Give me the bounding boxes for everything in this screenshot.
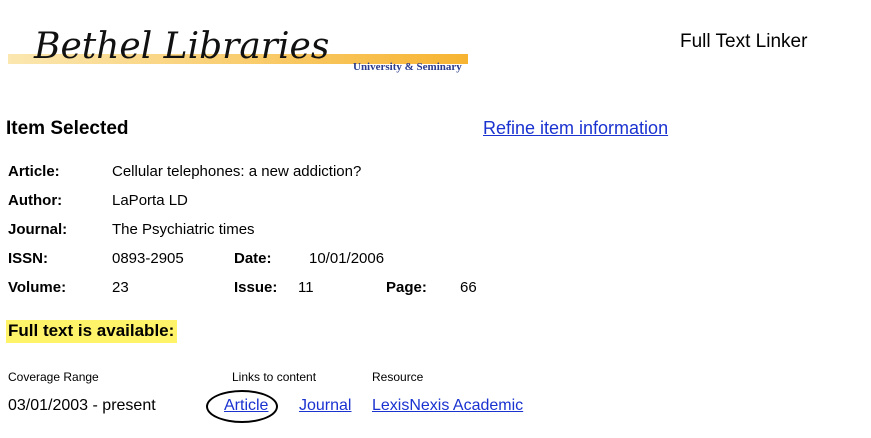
date-label: Date: <box>234 250 272 267</box>
volume-value: 23 <box>112 279 129 296</box>
resource-header: Resource <box>372 370 424 384</box>
coverage-range-value: 03/01/2003 - present <box>8 397 156 414</box>
item-selected-heading: Item Selected <box>6 118 129 139</box>
journal-label: Journal: <box>8 221 68 238</box>
logo-subtext: University & Seminary <box>353 61 462 73</box>
issue-value: 11 <box>298 279 314 296</box>
full-text-available-banner: Full text is available: <box>6 320 178 343</box>
library-logo: Bethel Libraries University & Seminary <box>8 12 478 82</box>
page-title: Full Text Linker <box>680 31 808 52</box>
author-label: Author: <box>8 192 63 209</box>
logo-script-text: Bethel Libraries <box>33 26 329 67</box>
issn-value: 0893-2905 <box>112 250 184 267</box>
article-link[interactable]: Article <box>224 397 268 415</box>
date-value: 10/01/2006 <box>309 250 385 267</box>
library-logo-graphic: Bethel Libraries University & Seminary <box>8 26 468 73</box>
journal-value: The Psychiatric times <box>112 221 255 238</box>
volume-label: Volume: <box>8 279 67 296</box>
issn-label: ISSN: <box>8 250 49 267</box>
coverage-range-header: Coverage Range <box>8 370 99 384</box>
page-value: 66 <box>460 279 477 296</box>
refine-item-link[interactable]: Refine item information <box>483 118 668 139</box>
issue-label: Issue: <box>234 279 278 296</box>
article-value: Cellular telephones: a new addiction? <box>112 163 362 180</box>
journal-link[interactable]: Journal <box>299 397 351 415</box>
article-label: Article: <box>8 163 60 180</box>
page-label: Page: <box>386 279 427 296</box>
lexisnexis-academic-link[interactable]: LexisNexis Academic <box>372 397 523 415</box>
links-to-content-header: Links to content <box>232 370 317 384</box>
author-value: LaPorta LD <box>112 192 188 209</box>
